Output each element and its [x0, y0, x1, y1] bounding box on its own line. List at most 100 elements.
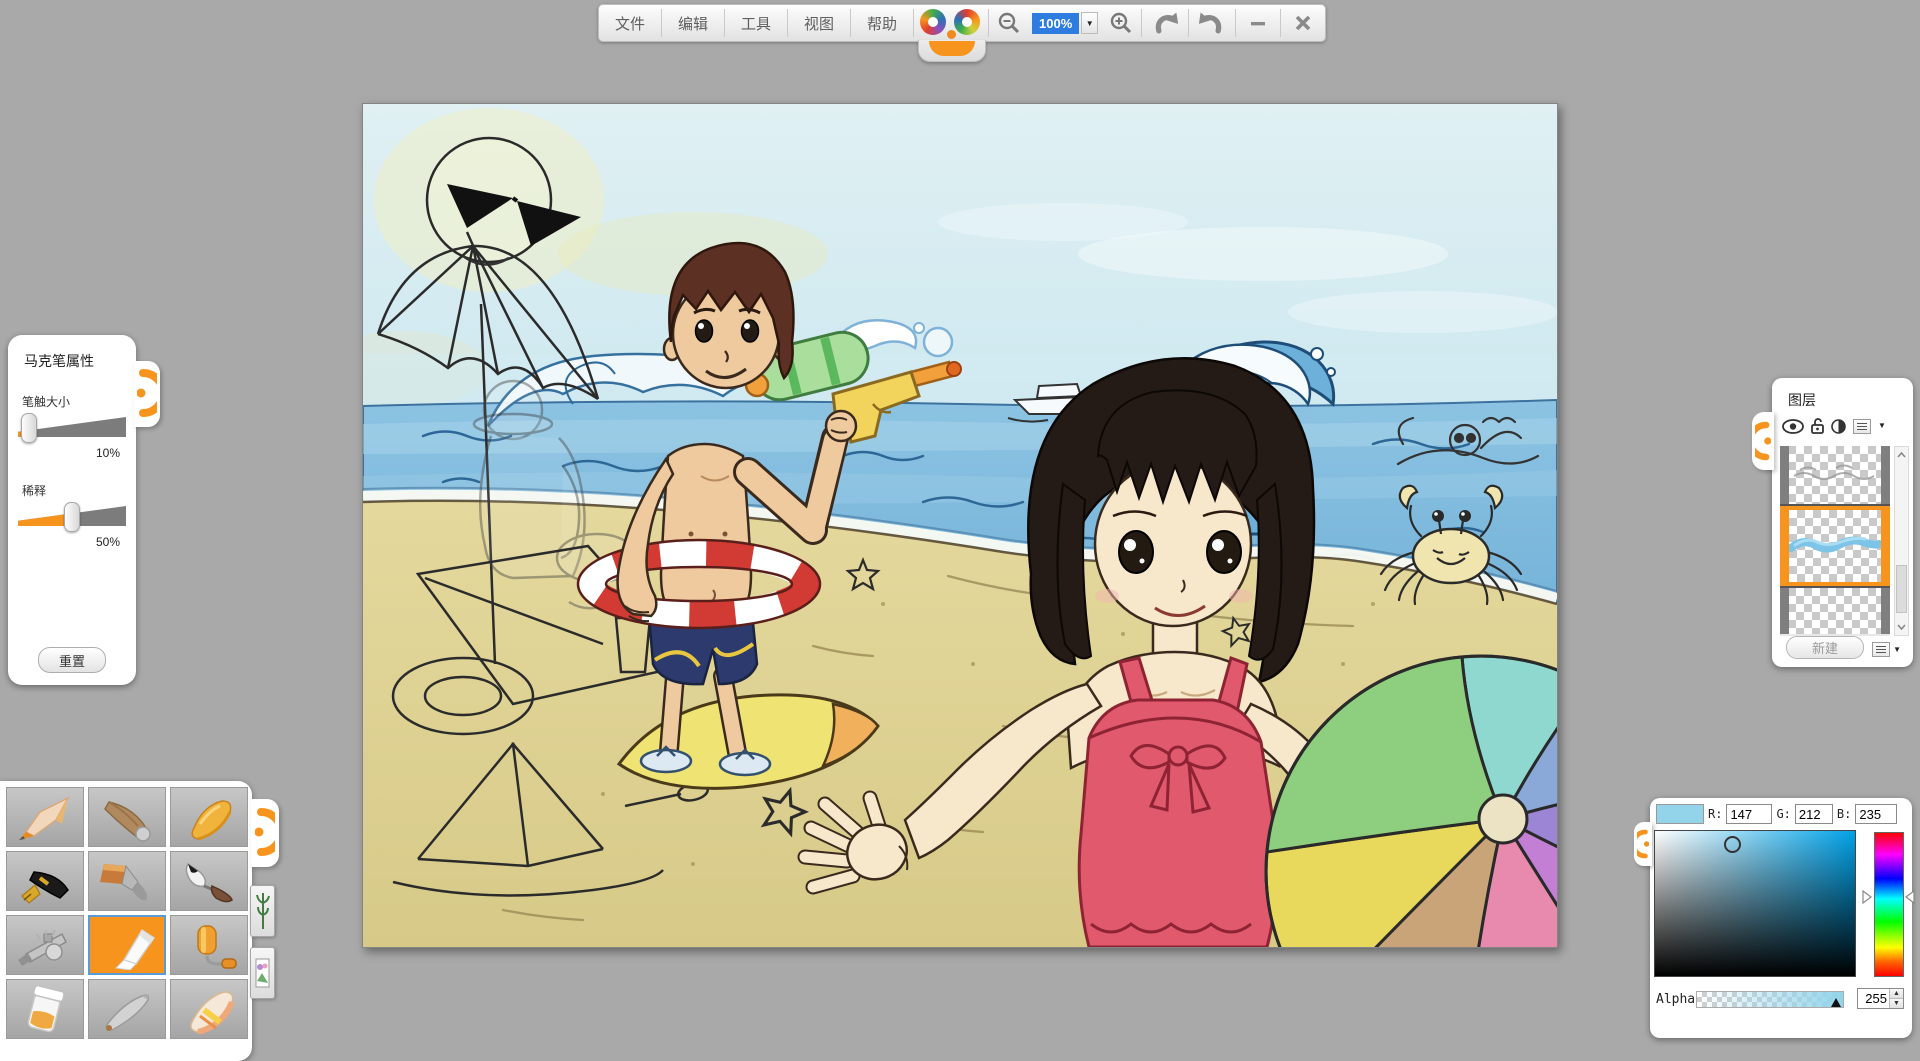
clown-eye-right-icon — [954, 9, 980, 35]
scroll-down-arrow-icon[interactable] — [1895, 619, 1908, 635]
marker-panel-title: 马克笔属性 — [24, 351, 136, 371]
menu-edit[interactable]: 编辑 — [662, 5, 724, 41]
hue-slider[interactable] — [1874, 832, 1904, 977]
layer-menu-caret[interactable]: ▼ — [1878, 422, 1886, 430]
current-color-swatch — [1656, 804, 1704, 824]
layer-item-empty[interactable] — [1780, 586, 1890, 634]
color-panel-handle[interactable] — [1634, 822, 1652, 866]
layer-thumbnail-sketch — [1780, 446, 1890, 506]
tool-airbrush[interactable] — [6, 915, 84, 975]
zoom-level-control[interactable]: 100% ▼ — [1029, 5, 1101, 41]
sv-cursor[interactable] — [1724, 836, 1741, 853]
clown-handle-icon — [137, 365, 157, 421]
alpha-label: Alpha — [1656, 992, 1696, 1007]
zoom-out-button[interactable] — [989, 5, 1029, 41]
layer-item-sketch[interactable] — [1780, 446, 1890, 506]
reset-button[interactable]: 重置 — [38, 647, 106, 673]
menu-file[interactable]: 文件 — [599, 5, 661, 41]
picture-stamp-button[interactable] — [250, 947, 275, 999]
alpha-slider[interactable] — [1696, 991, 1844, 1008]
saturation-value-picker[interactable] — [1654, 830, 1856, 977]
blue-input[interactable] — [1855, 804, 1897, 824]
tool-flat-brush[interactable] — [88, 851, 166, 911]
red-input[interactable] — [1726, 804, 1772, 824]
clown-nose-icon — [947, 30, 956, 39]
hue-marker-left[interactable] — [1862, 890, 1872, 904]
layers-panel-handle[interactable] — [1752, 412, 1774, 470]
tool-bullet-marker[interactable] — [170, 787, 248, 847]
marker-properties-panel: 马克笔属性 笔触大小 10% 稀释 50% 重置 — [8, 335, 136, 685]
undo-button[interactable] — [1142, 5, 1188, 41]
blue-label: B: — [1837, 807, 1851, 821]
marker-panel-handle[interactable] — [134, 361, 160, 427]
undo-icon — [1151, 10, 1179, 36]
scroll-up-arrow-icon[interactable] — [1895, 447, 1908, 463]
close-icon — [1293, 13, 1313, 33]
tool-eraser[interactable] — [170, 979, 248, 1039]
dilution-label: 稀释 — [22, 482, 136, 499]
dilution-slider-thumb[interactable] — [64, 502, 80, 532]
menu-tools[interactable]: 工具 — [725, 5, 787, 41]
tool-palette-panel — [0, 781, 252, 1061]
magnifier-minus-icon — [997, 11, 1021, 35]
redo-icon — [1198, 10, 1226, 36]
red-label: R: — [1708, 807, 1722, 821]
redo-button[interactable] — [1189, 5, 1235, 41]
menu-help[interactable]: 帮助 — [851, 5, 913, 41]
scrollbar-thumb[interactable] — [1896, 565, 1907, 613]
minimize-icon — [1248, 13, 1268, 33]
tool-wood-pen[interactable] — [88, 787, 166, 847]
hue-marker-right[interactable] — [1905, 890, 1915, 904]
clown-eye-left-icon — [920, 9, 946, 35]
minimize-button[interactable] — [1236, 5, 1280, 41]
unlocked-padlock-icon[interactable] — [1811, 418, 1824, 434]
layer-thumbnail-water-stroke — [1789, 510, 1881, 582]
layer-list-scrollbar[interactable] — [1894, 446, 1909, 636]
dilution-slider[interactable] — [18, 503, 126, 529]
opacity-half-circle-icon[interactable] — [1831, 419, 1846, 434]
alpha-increment-arrow[interactable]: ▲ — [1890, 989, 1903, 999]
layer-options-button[interactable] — [1872, 642, 1890, 657]
dilution-value: 50% — [8, 535, 120, 549]
layers-panel-title: 图层 — [1788, 390, 1913, 410]
layers-panel: 图层 ▼ — [1772, 378, 1913, 667]
clown-smile-icon — [929, 41, 975, 56]
alpha-slider-marker[interactable] — [1831, 998, 1841, 1007]
main-toolbar: 文件 编辑 工具 视图 帮助 100% ▼ — [598, 4, 1326, 42]
zoom-dropdown-caret[interactable]: ▼ — [1081, 12, 1098, 34]
tool-ink-brush[interactable] — [170, 851, 248, 911]
brush-size-slider[interactable] — [18, 414, 126, 440]
tool-palette-handle[interactable] — [251, 799, 279, 867]
alpha-value-input[interactable] — [1858, 989, 1889, 1008]
zoom-in-button[interactable] — [1101, 5, 1141, 41]
close-button[interactable] — [1281, 5, 1325, 41]
tool-liner-pen[interactable] — [88, 979, 166, 1039]
layer-item-selected-water[interactable] — [1780, 506, 1890, 586]
visibility-eye-icon[interactable] — [1782, 419, 1804, 434]
zoom-level-value[interactable]: 100% — [1032, 13, 1079, 34]
tool-paint-roller[interactable] — [170, 915, 248, 975]
tool-pencil[interactable] — [6, 787, 84, 847]
plant-brush-button[interactable] — [250, 885, 275, 937]
brush-size-slider-thumb[interactable] — [21, 413, 37, 443]
clown-handle-icon — [1637, 826, 1649, 862]
tool-fountain-pen[interactable] — [6, 851, 84, 911]
drawing-canvas[interactable] — [362, 103, 1558, 948]
alpha-spinner: ▲ ▼ — [1857, 988, 1904, 1009]
tool-grid — [0, 781, 252, 1045]
tool-chisel-marker-selected[interactable] — [88, 915, 166, 975]
layer-list-menu-button[interactable] — [1853, 419, 1871, 434]
menu-view[interactable]: 视图 — [788, 5, 850, 41]
new-layer-button[interactable]: 新建 — [1786, 636, 1864, 659]
green-label: G: — [1776, 807, 1790, 821]
plant-icon — [256, 891, 270, 931]
layer-list — [1780, 446, 1890, 636]
brush-size-value: 10% — [8, 446, 120, 460]
layer-options-caret[interactable]: ▼ — [1893, 646, 1901, 654]
alpha-decrement-arrow[interactable]: ▼ — [1890, 999, 1903, 1008]
green-input[interactable] — [1795, 804, 1833, 824]
color-picker-panel: R: G: B: Alpha ▲ ▼ — [1650, 798, 1912, 1038]
brush-size-label: 笔触大小 — [22, 393, 136, 410]
tool-paint-jar[interactable] — [6, 979, 84, 1039]
clown-chin-tab — [918, 40, 986, 62]
